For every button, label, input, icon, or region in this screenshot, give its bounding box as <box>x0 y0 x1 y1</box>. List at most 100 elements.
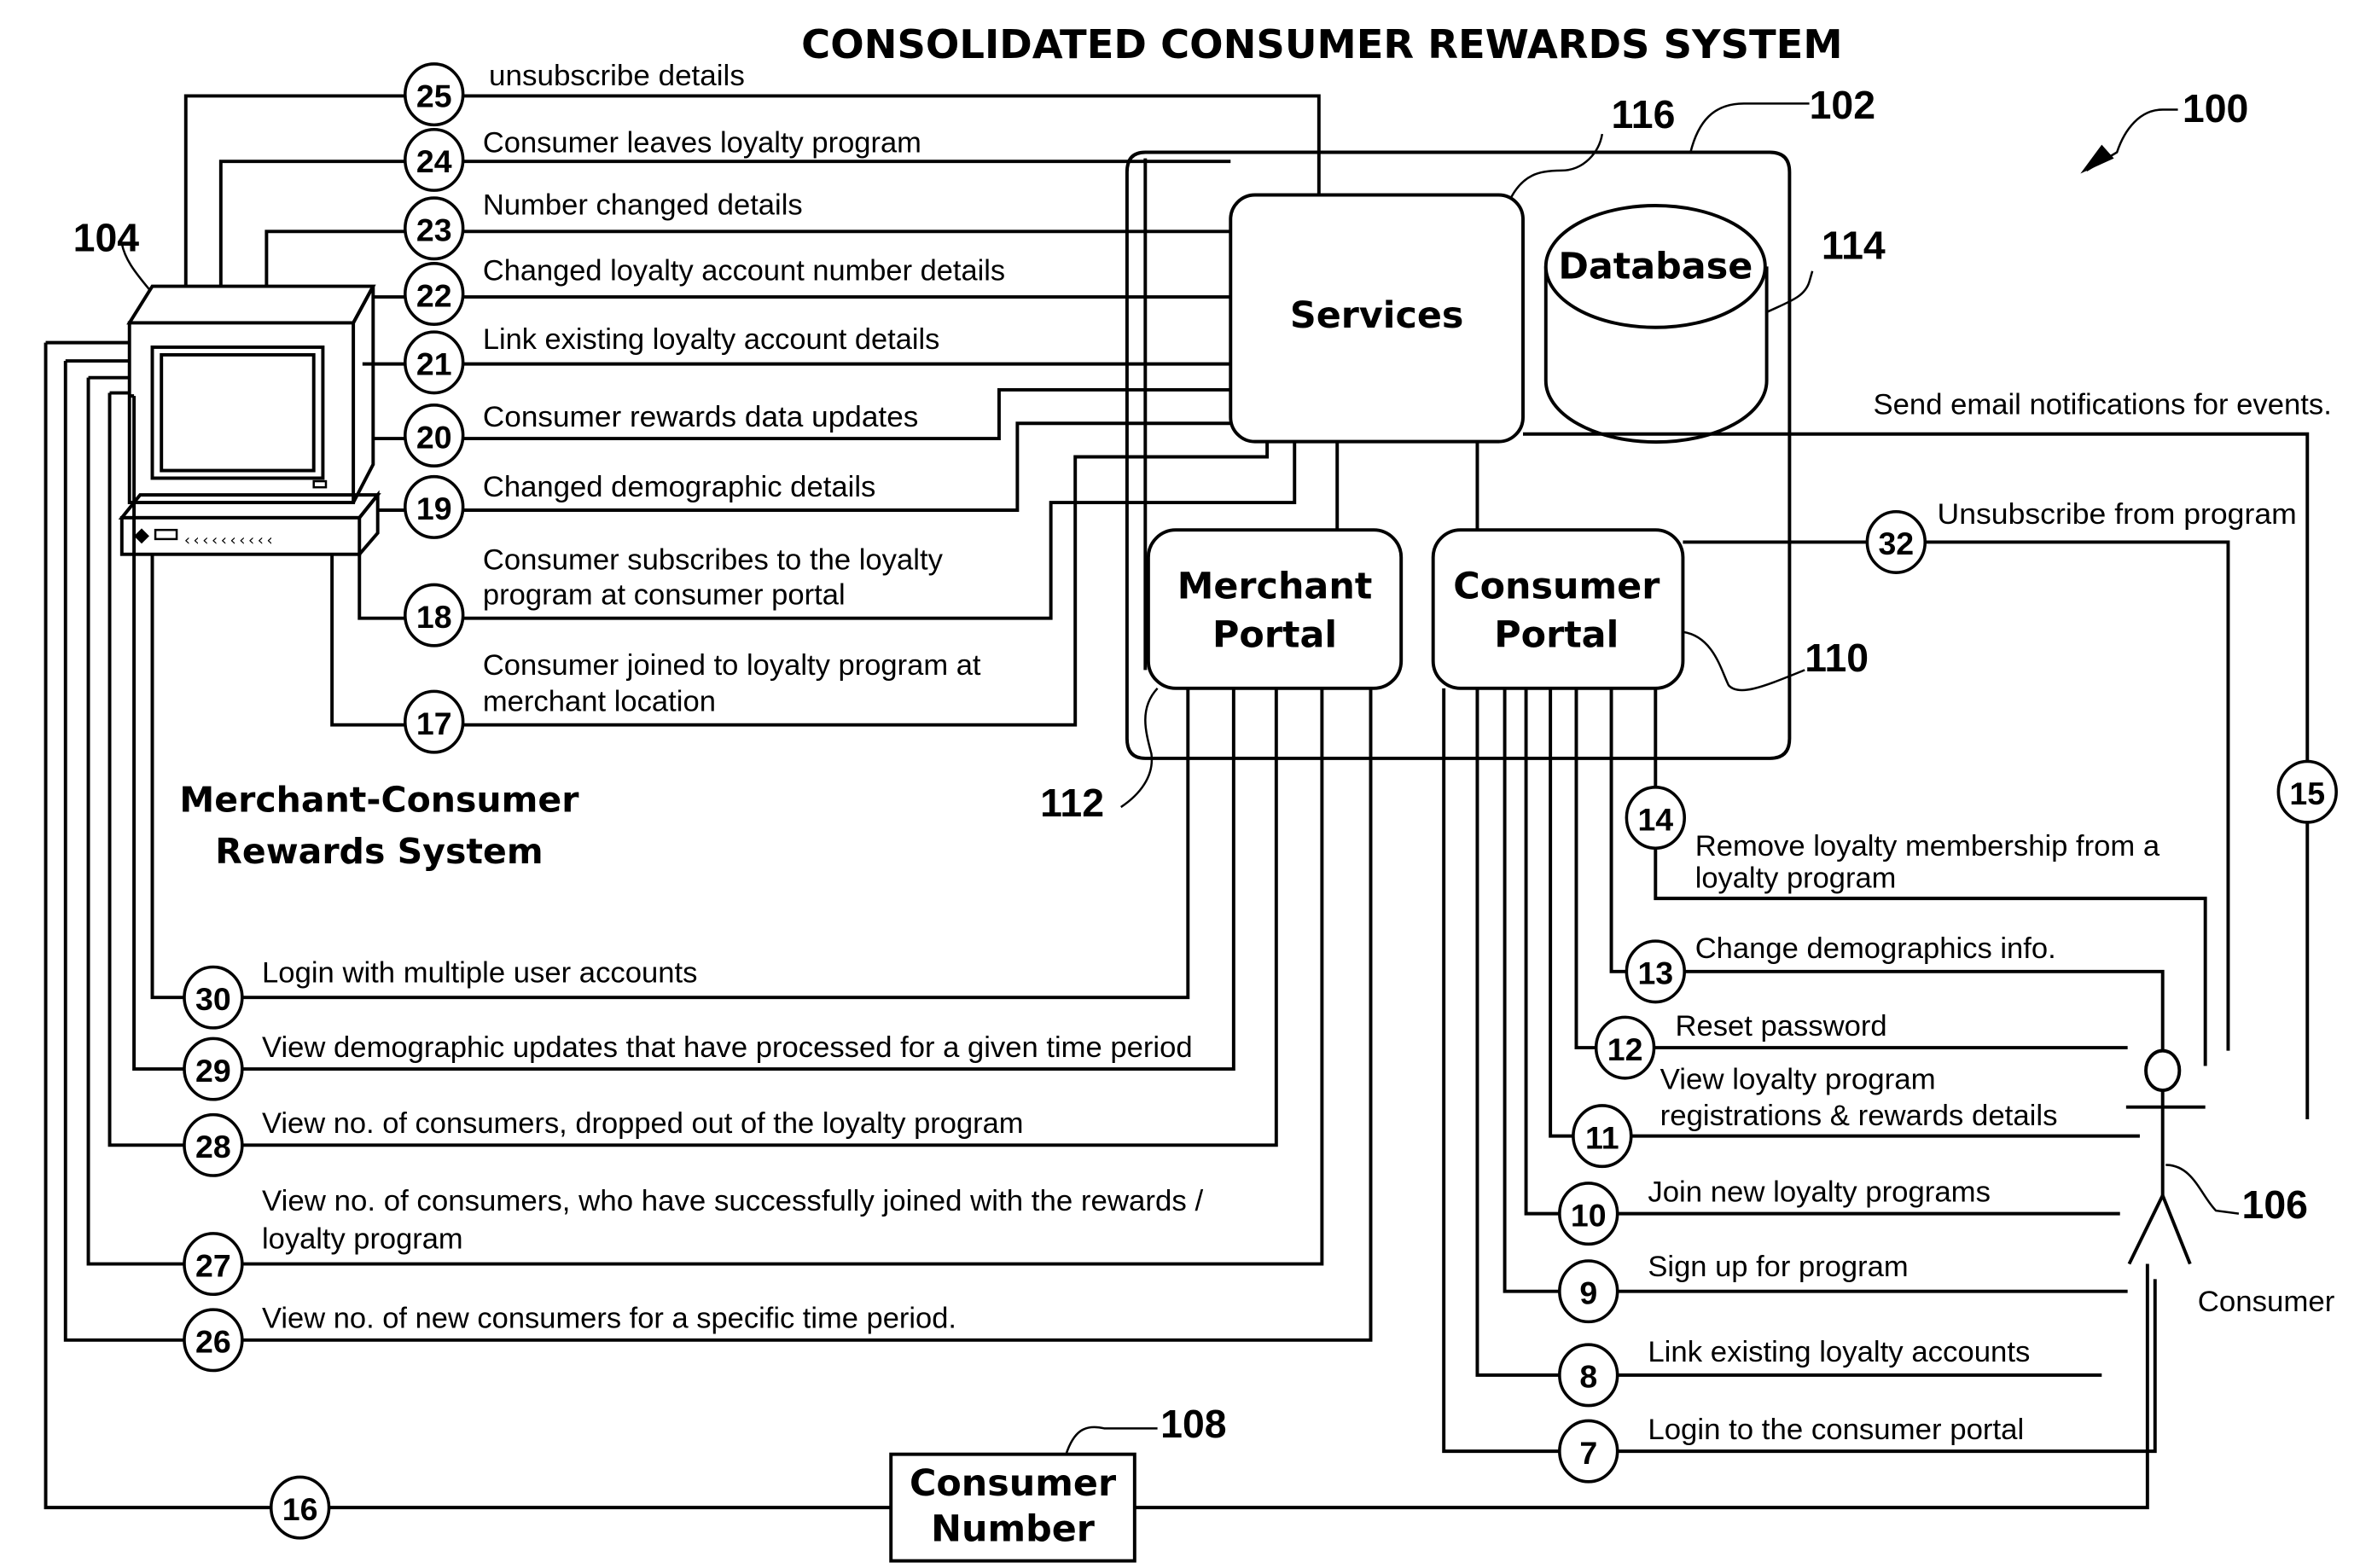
svg-text:32: 32 <box>1878 526 1914 561</box>
unsubscribe-flow-line <box>1683 540 2230 1051</box>
svg-text:25: 25 <box>416 78 452 113</box>
ref-110-leader <box>1683 630 1805 692</box>
svg-text:13: 13 <box>1637 955 1673 991</box>
step-12: 12 <box>1594 1015 1656 1080</box>
ref-112: 112 <box>1040 781 1104 825</box>
step-27-label-2: loyalty program <box>262 1223 463 1256</box>
ref-102-leader <box>1689 102 1810 153</box>
ref-108: 108 <box>1160 1402 1226 1446</box>
step-21: 21 <box>404 330 465 395</box>
step-19-label: Changed demographic details <box>483 471 876 503</box>
step-26-label: View no. of new consumers for a specific… <box>262 1303 956 1335</box>
ref-116: 116 <box>1612 92 1676 136</box>
svg-text:10: 10 <box>1571 1197 1607 1233</box>
step-25: 25 <box>404 62 465 127</box>
services-label: Services <box>1290 294 1464 337</box>
svg-text:9: 9 <box>1579 1275 1597 1310</box>
step-16: 16 <box>269 1475 331 1540</box>
step-25-label: unsubscribe details <box>489 60 745 92</box>
step-24: 24 <box>404 127 465 192</box>
svg-text:27: 27 <box>195 1247 231 1283</box>
email-label: Send email notifications for events. <box>1874 389 2332 421</box>
svg-text:19: 19 <box>416 491 452 526</box>
svg-text:26: 26 <box>195 1324 231 1360</box>
merchant-portal-flow-steps: 30 Login with multiple user accounts 29 … <box>183 956 1204 1373</box>
step-22: 22 <box>404 262 465 326</box>
svg-text:24: 24 <box>416 143 452 179</box>
step-20-label: Consumer rewards data updates <box>483 401 919 433</box>
consumer-portal-box <box>1431 528 1685 690</box>
step-10-label: Join new loyalty programs <box>1648 1176 1991 1208</box>
step-32: 32 <box>1865 509 1927 574</box>
ref-110: 110 <box>1805 636 1869 680</box>
svg-text:20: 20 <box>416 419 452 455</box>
rewards-system-diagram: CONSOLIDATED CONSUMER REWARDS SYSTEM 102… <box>44 21 2338 1563</box>
ref-108-leader <box>1065 1426 1158 1455</box>
step-30: 30 <box>183 965 244 1030</box>
step-17: 17 <box>404 689 465 754</box>
step-29-label: View demographic updates that have proce… <box>262 1031 1193 1064</box>
database-cylinder <box>1543 204 1769 444</box>
step-26: 26 <box>183 1308 244 1373</box>
step-14: 14 <box>1625 786 1686 851</box>
svg-text:22: 22 <box>416 277 452 313</box>
ref-102: 102 <box>1810 83 1875 127</box>
step-17-label-2: merchant location <box>483 686 716 718</box>
step-28: 28 <box>183 1112 244 1177</box>
ref-100-arrowhead <box>2080 144 2114 174</box>
step-11-label-2: registrations & rewards details <box>1660 1100 2058 1132</box>
svg-text:17: 17 <box>416 706 452 741</box>
consumer-portal-label-2: Portal <box>1494 614 1619 657</box>
svg-text:15: 15 <box>2289 775 2325 811</box>
svg-text:23: 23 <box>416 212 452 248</box>
merchant-system-label-1: Merchant-Consumer <box>179 779 579 820</box>
ref-106: 106 <box>2242 1182 2308 1227</box>
step-7: 7 <box>1558 1419 1619 1484</box>
step-10: 10 <box>1558 1182 1619 1246</box>
step-27-label-1: View no. of consumers, who have successf… <box>262 1185 1204 1217</box>
step-9: 9 <box>1558 1259 1619 1324</box>
step-13: 13 <box>1625 939 1686 1004</box>
step-18-label-2: program at consumer portal <box>483 579 846 612</box>
step-18: 18 <box>404 583 465 648</box>
consumer-stick-figure-icon <box>2125 1048 2206 1265</box>
step-8: 8 <box>1558 1343 1619 1408</box>
step-14-label-1: Remove loyalty membership from a <box>1695 830 2160 862</box>
merchant-portal-box <box>1146 528 1404 690</box>
consumer-actor-label: Consumer <box>2198 1286 2335 1318</box>
step-8-label: Link existing loyalty accounts <box>1648 1336 2030 1368</box>
step-13-label: Change demographics info. <box>1695 932 2056 965</box>
step-29: 29 <box>183 1037 244 1101</box>
ref-100: 100 <box>2183 86 2248 131</box>
ref-114: 114 <box>1822 223 1886 267</box>
step-22-label: Changed loyalty account number details <box>483 254 1005 287</box>
ref-106-leader <box>2165 1164 2240 1215</box>
step-28-label: View no. of consumers, dropped out of th… <box>262 1107 1024 1140</box>
svg-text:16: 16 <box>282 1491 318 1527</box>
step-23: 23 <box>404 196 465 261</box>
svg-text:7: 7 <box>1579 1435 1597 1471</box>
consumer-portal-label-1: Consumer <box>1453 566 1660 608</box>
step-30-label: Login with multiple user accounts <box>262 956 698 989</box>
merchant-flow-steps: 25 unsubscribe details 24 Consumer leave… <box>404 60 1005 754</box>
svg-text:14: 14 <box>1637 801 1673 837</box>
diagram-title: CONSOLIDATED CONSUMER REWARDS SYSTEM <box>801 21 1842 67</box>
step-12-label: Reset password <box>1676 1010 1887 1042</box>
step-21-label: Link existing loyalty account details <box>483 323 940 356</box>
step-19: 19 <box>404 474 465 539</box>
step-9-label: Sign up for program <box>1648 1251 1908 1283</box>
step-7-label: Login to the consumer portal <box>1648 1414 2024 1446</box>
svg-text:29: 29 <box>195 1053 231 1089</box>
svg-text:12: 12 <box>1607 1031 1643 1067</box>
ref-116-leader <box>1509 133 1604 199</box>
unsubscribe-label: Unsubscribe from program <box>1938 498 2297 531</box>
step-18-label-1: Consumer subscribes to the loyalty <box>483 544 943 577</box>
computer-terminal-icon: ‹‹‹‹‹‹‹‹‹‹ <box>118 284 381 556</box>
step-11: 11 <box>1572 1104 1633 1169</box>
consumer-number-label-2: Number <box>931 1507 1095 1550</box>
svg-text:‹‹‹‹‹‹‹‹‹‹: ‹‹‹‹‹‹‹‹‹‹ <box>183 531 274 549</box>
svg-text:30: 30 <box>195 981 231 1017</box>
step-17-label-1: Consumer joined to loyalty program at <box>483 649 981 682</box>
database-label: Database <box>1558 246 1753 288</box>
svg-text:28: 28 <box>195 1129 231 1164</box>
